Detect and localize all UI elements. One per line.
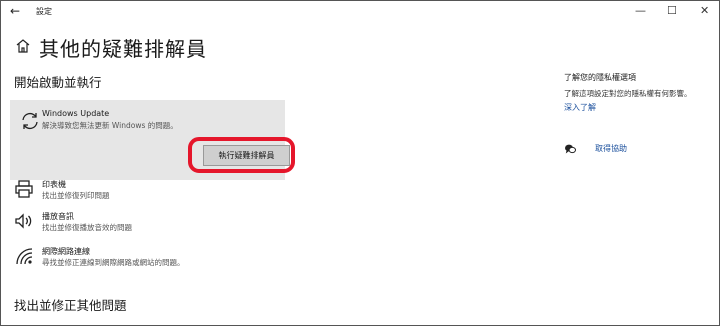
highlight-annotation	[188, 137, 295, 173]
learn-more-link[interactable]: 深入了解	[564, 102, 596, 113]
section-title-other: 找出並修正其他問題	[14, 298, 127, 313]
section-title-start: 開始啟動並執行	[14, 75, 102, 90]
privacy-description: 了解這項設定對您的隱私權有何影響。	[564, 89, 692, 98]
item-description: 找出並修復播放音效的問題	[42, 223, 132, 232]
windows-update-description: 解決導致您無法更新 Windows 的問題。	[42, 121, 178, 130]
back-arrow-icon[interactable]: ←	[10, 4, 20, 18]
minimize-icon[interactable]: —	[635, 4, 646, 17]
sync-icon	[22, 112, 38, 130]
item-name: 播放音訊	[42, 212, 74, 221]
item-name: 網際網路連線	[42, 247, 90, 256]
window-title: 設定	[36, 7, 52, 16]
item-name: 印表機	[42, 180, 66, 189]
title-bar: ← 設定 — ☐ ✕	[1, 1, 719, 23]
page-title: 其他的疑難排解員	[39, 37, 207, 61]
item-description: 尋找並修正連線到網際網路或網站的問題。	[42, 258, 185, 267]
windows-update-name: Windows Update	[42, 109, 110, 118]
home-icon[interactable]	[14, 37, 32, 55]
maximize-icon[interactable]: ☐	[667, 4, 677, 17]
chat-help-icon	[565, 144, 576, 154]
close-icon[interactable]: ✕	[700, 4, 709, 17]
wifi-icon	[16, 248, 33, 265]
speaker-icon	[15, 213, 32, 229]
printer-icon	[15, 180, 33, 198]
get-help-link[interactable]: 取得協助	[595, 143, 627, 154]
item-description: 找出並修復列印問題	[42, 191, 110, 200]
privacy-title: 了解您的隱私權選項	[564, 73, 636, 82]
